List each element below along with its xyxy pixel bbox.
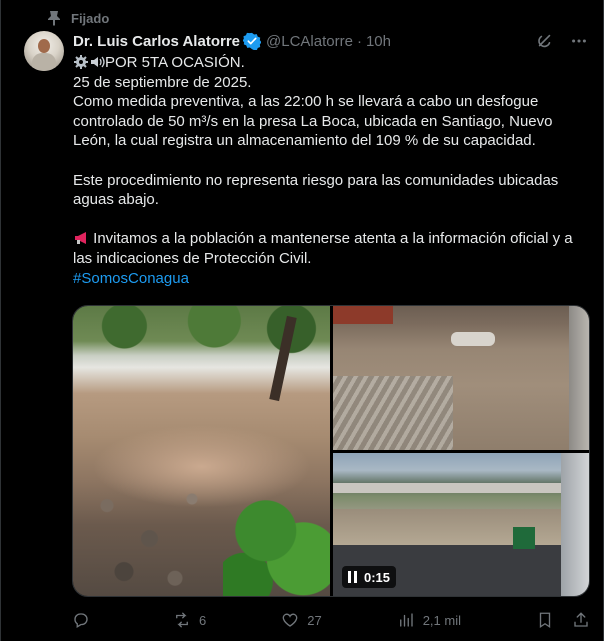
handle[interactable]: @LCAlatorre: [266, 33, 353, 50]
views-count: 2,1 mil: [422, 612, 461, 628]
header-separator: ·: [356, 32, 362, 50]
reply-button[interactable]: [72, 611, 98, 629]
heart-icon: [282, 613, 298, 627]
media-photo-river-bank[interactable]: [73, 306, 330, 596]
tweet-header: Dr. Luis Carlos Alatorre @LCAlatorre · 1…: [73, 31, 391, 51]
bookmark-button[interactable]: [536, 611, 554, 629]
like-count: 27: [307, 612, 322, 628]
tweet-line-1: POR 5TA OCASIÓN.: [73, 53, 593, 73]
avatar[interactable]: [24, 31, 64, 71]
tweet-text: POR 5TA OCASIÓN. 25 de septiembre de 202…: [73, 53, 593, 288]
media-photo-flooded-street[interactable]: [333, 306, 589, 450]
tweet-paragraph-3: Invitamos a la población a mantenerse at…: [73, 230, 577, 267]
more-options-icon[interactable]: [569, 31, 589, 51]
verified-badge-icon: [243, 32, 261, 50]
views-button[interactable]: 2,1 mil: [397, 611, 461, 629]
pause-icon: [348, 571, 358, 583]
tweet-date: 25 de septiembre de 2025.: [73, 73, 252, 91]
repost-button[interactable]: 6: [173, 611, 206, 629]
gear-emoji-icon: [73, 54, 89, 70]
share-button[interactable]: [572, 611, 590, 629]
bookmark-icon: [539, 612, 551, 629]
pin-icon: [47, 10, 61, 26]
display-name[interactable]: Dr. Luis Carlos Alatorre: [73, 33, 240, 50]
like-button[interactable]: 27: [281, 611, 322, 629]
hashtag-link[interactable]: #SomosConagua: [73, 270, 189, 287]
tweet-line-3: Invitamos a la población a mantenerse at…: [73, 229, 593, 268]
reply-icon: [74, 613, 88, 628]
tweet-actions: 6 27 2,1 mil: [72, 610, 590, 630]
views-chart-icon: [399, 613, 413, 627]
tweet-paragraph-1: Como medida preventiva, a las 22:00 h se…: [73, 93, 557, 150]
pinned-label: Fijado: [71, 10, 110, 26]
video-timer-badge[interactable]: 0:15: [342, 566, 397, 588]
speaker-emoji-icon: [89, 54, 105, 70]
media-video-highway[interactable]: 0:15: [333, 453, 589, 596]
video-time: 0:15: [364, 569, 391, 585]
megaphone-emoji-icon: [73, 230, 89, 246]
media-grid: 0:15: [72, 305, 590, 597]
pinned-indicator: Fijado: [47, 9, 109, 27]
tweet-card[interactable]: Fijado Dr. Luis Carlos Alatorre @LCAlato…: [0, 0, 604, 641]
tweet-paragraph-2: Este procedimiento no representa riesgo …: [73, 171, 563, 209]
tweet-heading: POR 5TA OCASIÓN.: [105, 54, 245, 71]
repost-count: 6: [199, 612, 207, 628]
top-actions: [535, 31, 589, 51]
repost-icon: [176, 612, 188, 628]
grok-icon[interactable]: [535, 31, 555, 51]
timestamp[interactable]: 10h: [366, 33, 391, 50]
share-icon: [574, 612, 588, 627]
